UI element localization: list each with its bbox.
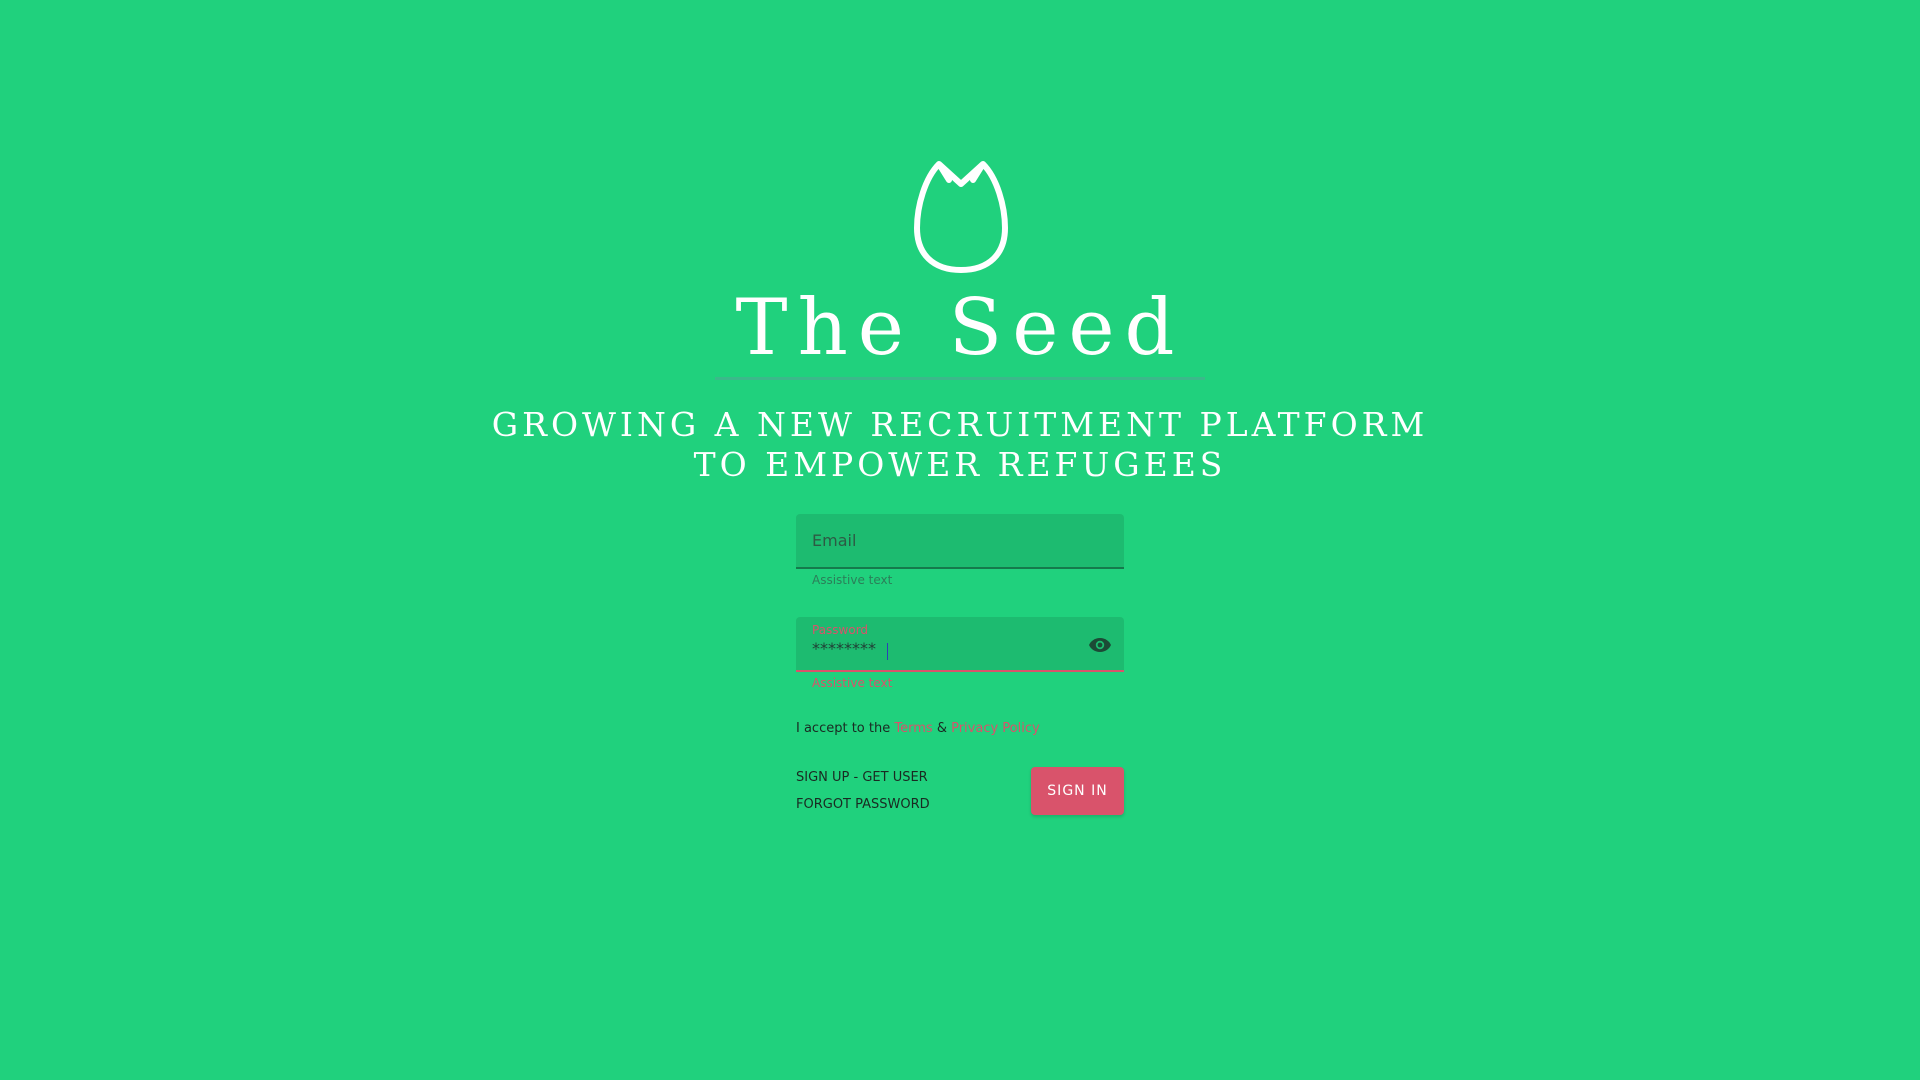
terms-prefix: I accept to the bbox=[796, 721, 891, 736]
tagline-line-2: TO EMPOWER REFUGEES bbox=[693, 445, 1227, 484]
password-assistive-text: Assistive text bbox=[812, 676, 893, 690]
brand-name: The Seed bbox=[735, 283, 1185, 373]
password-field[interactable]: Password bbox=[796, 617, 1124, 672]
privacy-policy-link[interactable]: Privacy Policy bbox=[951, 721, 1040, 736]
sign-in-button[interactable]: SIGN IN bbox=[1031, 767, 1124, 815]
login-page: The Seed GROWING A NEW RECRUITMENT PLATF… bbox=[0, 0, 1920, 1080]
terms-separator: & bbox=[936, 721, 947, 736]
terms-acceptance: I accept to the Terms & Privacy Policy bbox=[796, 721, 1040, 736]
forgot-password-link[interactable]: FORGOT PASSWORD bbox=[796, 797, 930, 812]
seed-icon bbox=[914, 161, 1008, 273]
password-input[interactable] bbox=[812, 639, 882, 658]
email-assistive-text: Assistive text bbox=[812, 573, 893, 587]
email-field[interactable] bbox=[796, 514, 1124, 569]
tagline-line-1: GROWING A NEW RECRUITMENT PLATFORM bbox=[491, 405, 1429, 444]
eye-icon[interactable] bbox=[1088, 637, 1112, 653]
terms-link[interactable]: Terms bbox=[894, 721, 932, 736]
tagline: GROWING A NEW RECRUITMENT PLATFORM TO EM… bbox=[0, 405, 1920, 485]
password-label: Password bbox=[812, 623, 869, 637]
brand-divider bbox=[715, 377, 1205, 380]
text-caret bbox=[887, 643, 888, 660]
email-input[interactable] bbox=[812, 531, 1108, 550]
signup-link[interactable]: SIGN UP - GET USER bbox=[796, 770, 928, 785]
